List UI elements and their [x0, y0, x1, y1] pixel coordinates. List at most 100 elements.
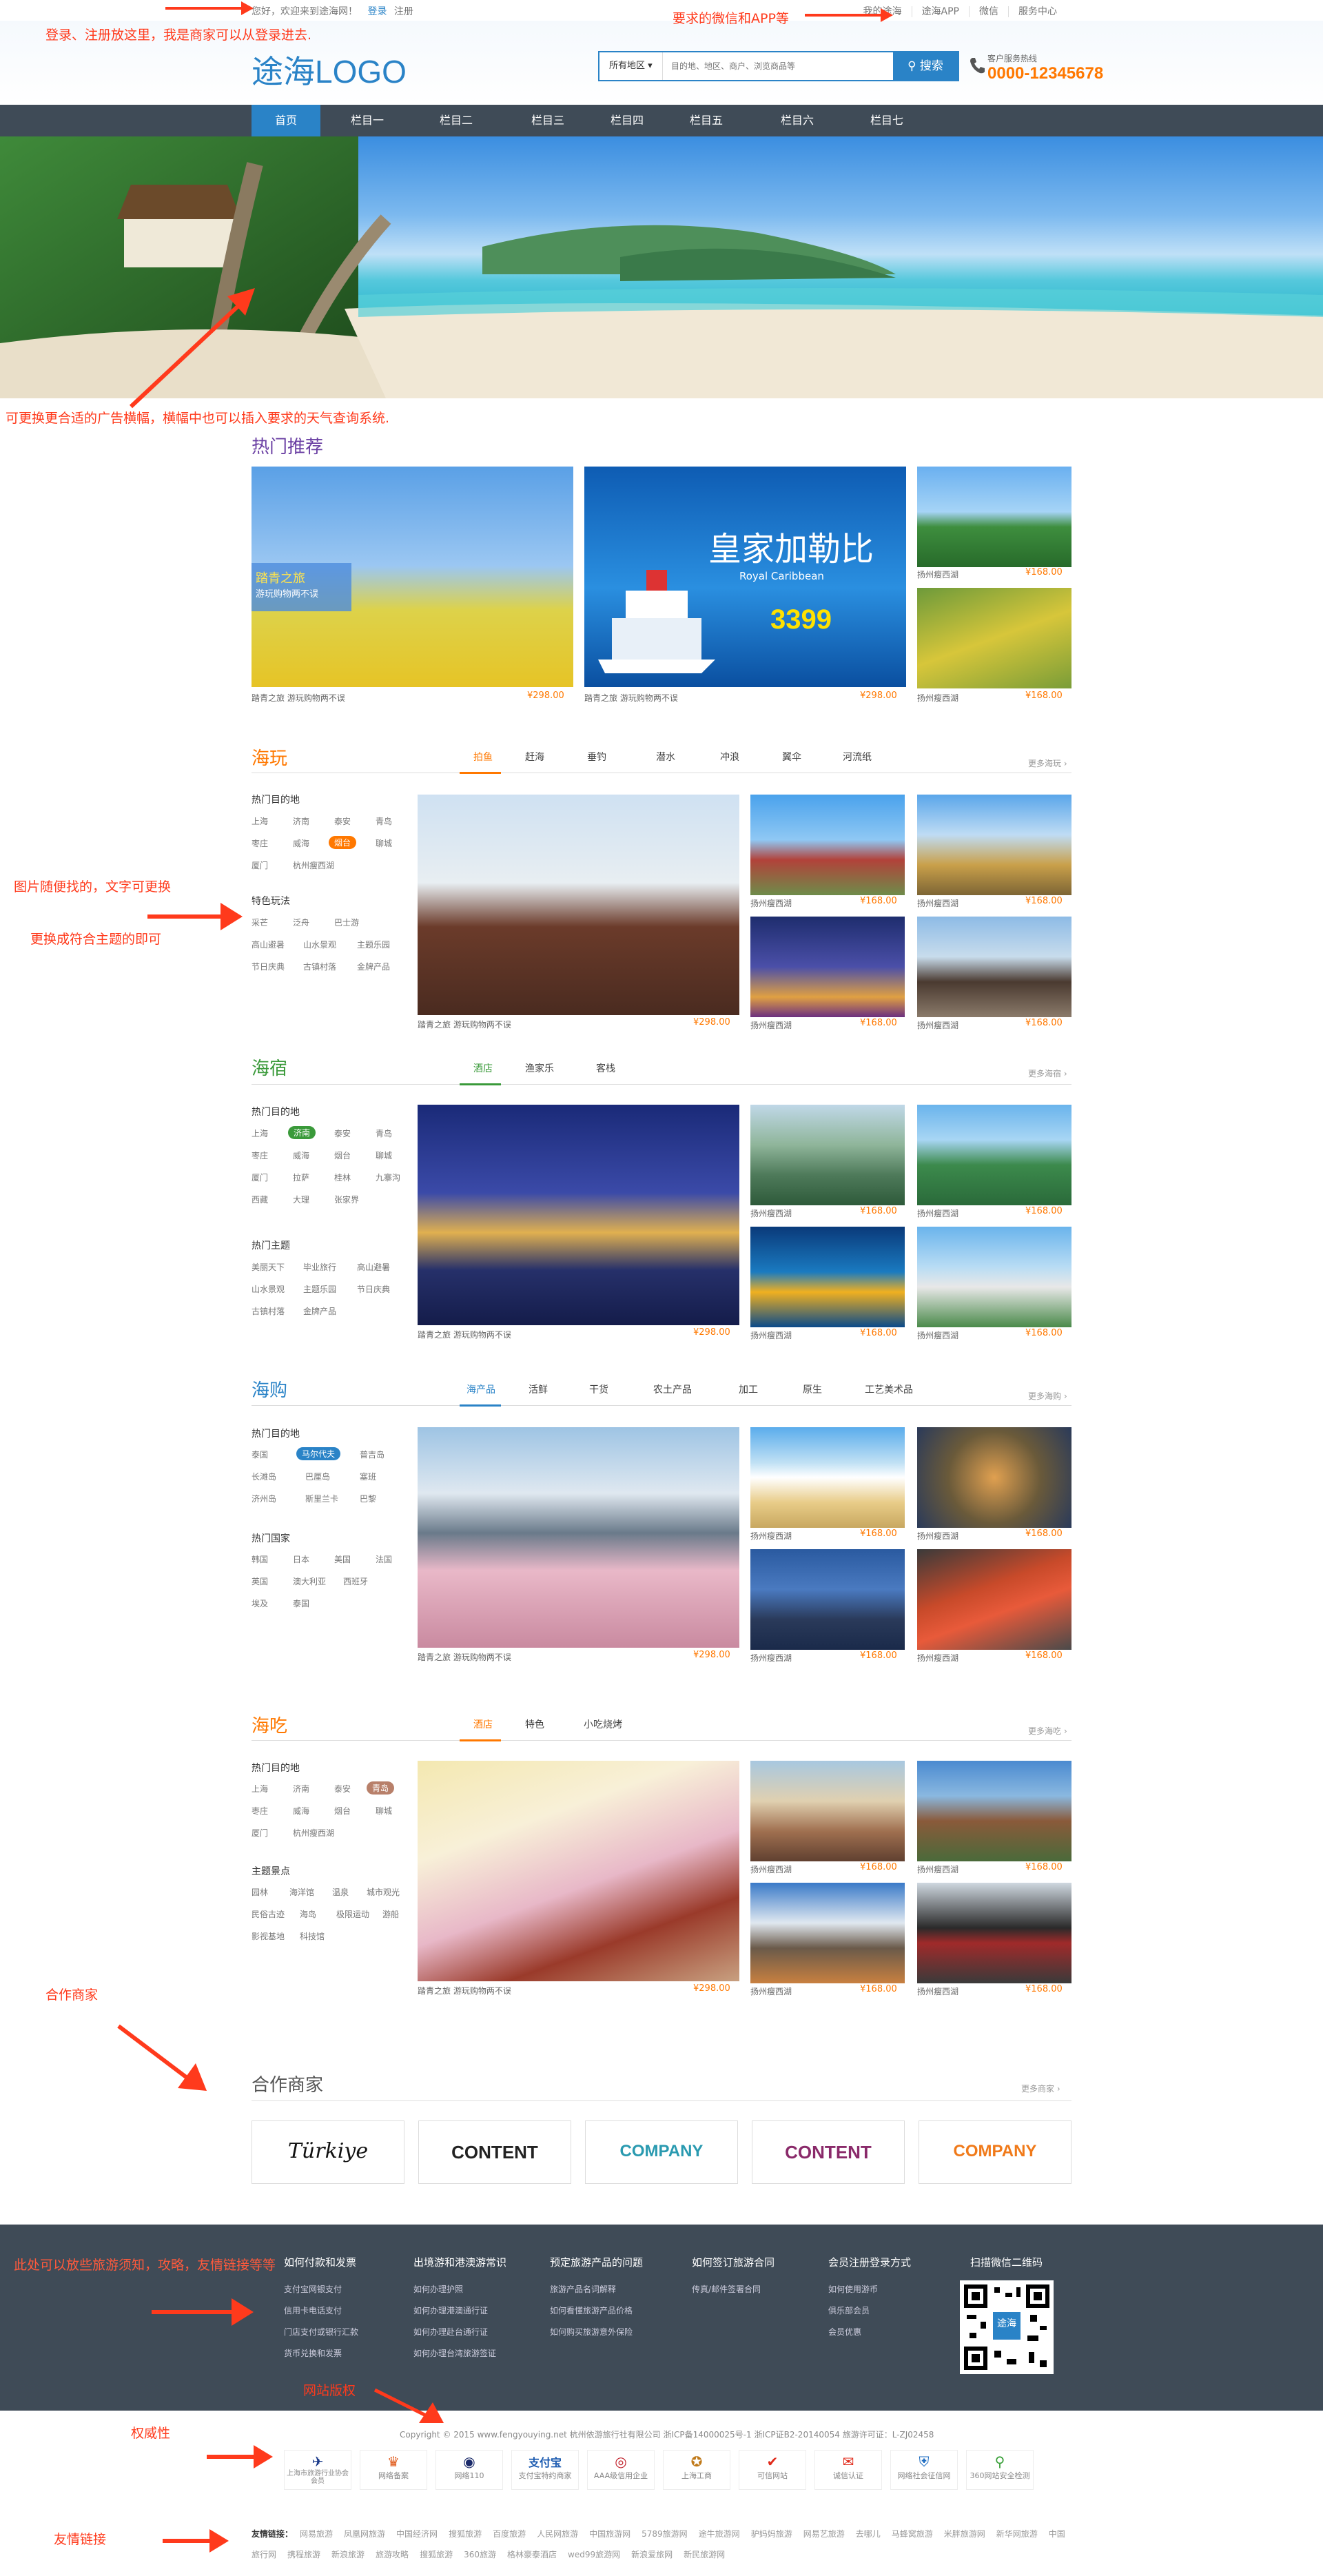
tag[interactable]: 青岛 [376, 1127, 392, 1139]
tag[interactable]: 园林 [252, 1886, 268, 1898]
section-play-card[interactable] [750, 795, 905, 895]
tag[interactable]: 巴厘岛 [305, 1471, 330, 1482]
tab-play-3[interactable]: 潜水 [656, 750, 675, 764]
more-play-link[interactable]: 更多海玩 › [1028, 757, 1067, 769]
footer-link[interactable]: 旅游产品名词解释 [550, 2283, 643, 2295]
tag[interactable]: 烟台 [334, 1149, 351, 1161]
tag[interactable]: 节日庆典 [357, 1283, 390, 1295]
footer-link[interactable]: 如何办理赴台通行证 [413, 2326, 506, 2338]
tag[interactable]: 毕业旅行 [303, 1261, 336, 1273]
tag[interactable]: 西班牙 [343, 1575, 368, 1587]
footer-link[interactable]: 如何办理港澳通行证 [413, 2304, 506, 2316]
tab-stay-1[interactable]: 渔家乐 [525, 1061, 554, 1075]
friend-link[interactable]: 网易旅游 [300, 2529, 333, 2539]
friend-link[interactable]: 途牛旅游网 [699, 2529, 740, 2539]
tag[interactable]: 西藏 [252, 1194, 268, 1205]
tag[interactable]: 金牌产品 [303, 1305, 336, 1317]
tag[interactable]: 民俗古迹 [252, 1908, 285, 1920]
tag[interactable]: 济南 [293, 1783, 309, 1795]
tab-play-6[interactable]: 河流纸 [843, 750, 872, 764]
tag[interactable]: 埃及 [252, 1597, 268, 1609]
tag[interactable]: 厦门 [252, 859, 268, 871]
tab-shop-5[interactable]: 原生 [803, 1382, 822, 1396]
tag[interactable]: 济州岛 [252, 1493, 276, 1504]
partner-logo-company[interactable]: COMPANY [585, 2120, 738, 2184]
more-shop-link[interactable]: 更多海购 › [1028, 1390, 1067, 1402]
tag[interactable]: 巴士游 [334, 917, 359, 928]
hot-card-3[interactable] [917, 467, 1071, 567]
tab-stay-2[interactable]: 客栈 [596, 1061, 615, 1075]
section-shop-card[interactable] [750, 1549, 905, 1650]
friend-link[interactable]: 携程旅游 [287, 2550, 320, 2559]
tag[interactable]: 烟台 [334, 1805, 351, 1817]
trust-badge[interactable]: ◉ 网络110 [435, 2450, 503, 2490]
friend-link[interactable]: 搜狐旅游 [449, 2529, 482, 2539]
section-stay-card[interactable] [750, 1105, 905, 1205]
footer-link[interactable]: 俱乐部会员 [828, 2304, 911, 2316]
tab-play-5[interactable]: 翼伞 [782, 750, 801, 764]
tag[interactable]: 塞班 [360, 1471, 376, 1482]
section-stay-main-image[interactable] [418, 1105, 739, 1325]
tag[interactable]: 美国 [334, 1553, 351, 1565]
tag[interactable]: 威海 [293, 1805, 309, 1817]
hot-card-1[interactable]: 踏青之旅 游玩购物两不误 [252, 467, 573, 687]
hot-card-2[interactable]: 皇家加勒比 Royal Caribbean 3399 [584, 467, 906, 687]
tag[interactable]: 杭州瘦西湖 [293, 1827, 334, 1839]
friend-link[interactable]: 中国旅游网 [589, 2529, 630, 2539]
tag[interactable]: 九寨沟 [376, 1172, 400, 1183]
section-eat-card[interactable] [917, 1761, 1071, 1861]
tab-play-4[interactable]: 冲浪 [720, 750, 739, 764]
tag[interactable]: 长滩岛 [252, 1471, 276, 1482]
footer-link[interactable]: 会员优惠 [828, 2326, 911, 2338]
section-shop-card[interactable] [917, 1427, 1071, 1528]
tag[interactable]: 澳大利亚 [293, 1575, 326, 1587]
section-eat-card[interactable] [917, 1883, 1071, 1983]
section-play-card[interactable] [750, 917, 905, 1017]
friend-link[interactable]: 中国经济网 [396, 2529, 438, 2539]
nav-home[interactable]: 首页 [252, 105, 320, 136]
tag[interactable]: 高山避暑 [357, 1261, 390, 1273]
more-eat-link[interactable]: 更多海吃 › [1028, 1725, 1067, 1737]
tag[interactable]: 日本 [293, 1553, 309, 1565]
footer-link[interactable]: 如何看懂旅游产品价格 [550, 2304, 643, 2316]
tag[interactable]: 高山避暑 [252, 939, 285, 950]
nav-item-1[interactable]: 栏目一 [333, 105, 402, 136]
tag[interactable]: 威海 [293, 837, 309, 849]
tag[interactable]: 济南 [293, 815, 309, 827]
trust-badge[interactable]: ⚲ 360网站安全检测 [966, 2450, 1034, 2490]
tag[interactable]: 海岛 [300, 1908, 316, 1920]
tag-selected[interactable]: 烟台 [329, 836, 357, 849]
search-input[interactable] [663, 52, 893, 80]
section-shop-main-image[interactable] [418, 1427, 739, 1648]
tag[interactable]: 古镇村落 [252, 1305, 285, 1317]
section-stay-card[interactable] [917, 1227, 1071, 1327]
tag[interactable]: 桂林 [334, 1172, 351, 1183]
tag[interactable]: 游船 [382, 1908, 399, 1920]
wechat-link[interactable]: 微信 [969, 6, 1008, 17]
friend-link[interactable]: 百度旅游 [493, 2529, 526, 2539]
section-play-card[interactable] [917, 795, 1071, 895]
tag[interactable]: 聊城 [376, 1149, 392, 1161]
tag[interactable]: 枣庄 [252, 837, 268, 849]
friend-link[interactable]: 旅游攻略 [376, 2550, 409, 2559]
tag[interactable]: 山水景观 [252, 1283, 285, 1295]
app-link[interactable]: 途海APP [911, 6, 969, 17]
tag[interactable]: 泰安 [334, 1127, 351, 1139]
friend-link[interactable]: 凤凰网旅游 [344, 2529, 385, 2539]
section-eat-card[interactable] [750, 1761, 905, 1861]
section-shop-card[interactable] [750, 1427, 905, 1528]
section-stay-card[interactable] [750, 1227, 905, 1327]
nav-item-5[interactable]: 栏目五 [672, 105, 741, 136]
tag-selected[interactable]: 济南 [288, 1126, 316, 1139]
tag[interactable]: 节日庆典 [252, 961, 285, 972]
friend-link[interactable]: 新浪旅游 [331, 2550, 365, 2559]
login-link[interactable]: 登录 [367, 6, 387, 17]
nav-item-6[interactable]: 栏目六 [763, 105, 832, 136]
tab-shop-4[interactable]: 加工 [739, 1382, 758, 1396]
tag[interactable]: 主题乐园 [357, 939, 390, 950]
friend-link[interactable]: 搜狐旅游 [420, 2550, 453, 2559]
tag[interactable]: 泰安 [334, 815, 351, 827]
trust-badge[interactable]: ✪ 上海工商 [663, 2450, 730, 2490]
tag[interactable]: 聊城 [376, 837, 392, 849]
nav-item-4[interactable]: 栏目四 [593, 105, 662, 136]
